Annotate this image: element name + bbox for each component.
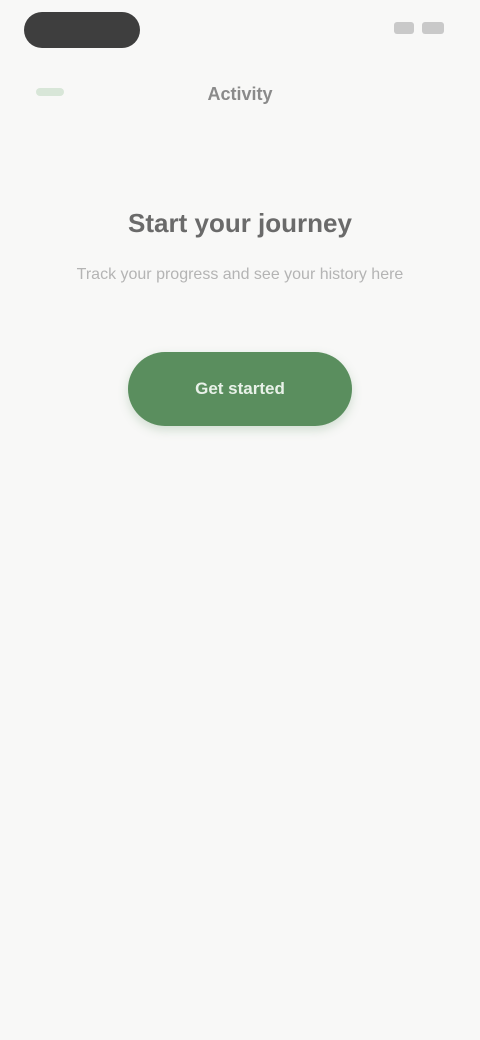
app-screen: Activity Start your journey Track your p…: [0, 0, 480, 1040]
empty-state-description: Track your progress and see your history…: [76, 266, 404, 283]
status-icons: [394, 22, 444, 34]
empty-state-title: Start your journey: [128, 208, 352, 238]
get-started-button[interactable]: Get started: [128, 352, 352, 426]
status-pill: [24, 12, 140, 48]
battery-icon: [422, 22, 444, 34]
signal-icon: [394, 22, 414, 34]
page-title: Activity: [207, 84, 273, 104]
empty-state: Start your journey Track your progress a…: [60, 205, 420, 291]
